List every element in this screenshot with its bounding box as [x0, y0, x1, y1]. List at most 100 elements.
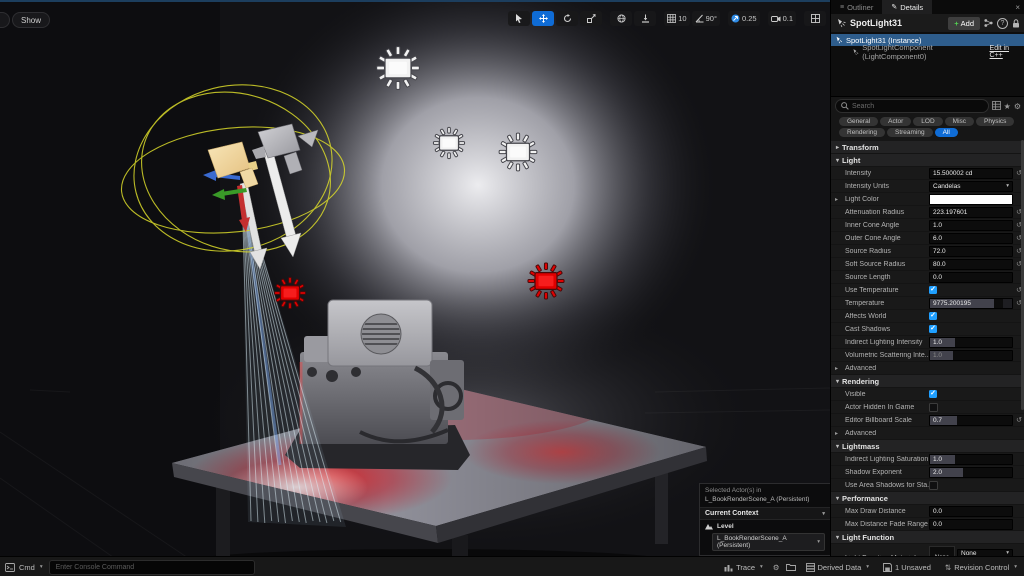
- search-input[interactable]: Search: [835, 99, 989, 113]
- value-field[interactable]: 0.0: [929, 505, 1013, 517]
- revision-icon: ⇅: [944, 562, 952, 572]
- cmd-dropdown[interactable]: Cmd ▾: [15, 557, 47, 576]
- tab-details[interactable]: ✎ Details: [882, 0, 933, 14]
- value-field[interactable]: 80.0: [929, 258, 1013, 270]
- value-field[interactable]: 1.0: [929, 349, 1013, 361]
- section-header-performance[interactable]: ▾ Performance: [831, 492, 1024, 505]
- camera-speed-button[interactable]: 0.1: [767, 11, 796, 26]
- grid-snap-button[interactable]: 10: [664, 11, 690, 26]
- search-row: Search ★ ⚙: [831, 97, 1024, 115]
- reset-to-default-icon[interactable]: ↺: [1013, 416, 1024, 424]
- current-context-header[interactable]: Current Context ▾: [700, 507, 830, 520]
- chevron-down-icon: ▾: [817, 539, 820, 545]
- settings-button[interactable]: ⚙: [770, 563, 783, 572]
- chevron-down-icon: ▾: [866, 564, 870, 570]
- edit-in-cpp-link[interactable]: Edit in C++: [990, 45, 1021, 59]
- content-drawer-button[interactable]: [783, 563, 799, 571]
- filter-chip-misc[interactable]: Misc: [944, 117, 975, 126]
- value-field[interactable]: 0.0: [929, 271, 1013, 283]
- value-field[interactable]: 6.0: [929, 232, 1013, 244]
- camera-icon: [770, 15, 781, 22]
- filter-chip-all[interactable]: All: [934, 128, 958, 137]
- scale-tool-button[interactable]: [580, 11, 603, 26]
- filter-chip-physics[interactable]: Physics: [976, 117, 1015, 126]
- checkbox[interactable]: ✓: [929, 286, 937, 294]
- advanced-label[interactable]: Advanced: [845, 430, 929, 437]
- angle-icon: [695, 14, 704, 23]
- value-field[interactable]: 0.0: [929, 518, 1013, 530]
- property-row: Source Radius 72.0 ↺: [831, 245, 1024, 258]
- checkbox[interactable]: ✓: [929, 325, 937, 333]
- filter-chip-streaming[interactable]: Streaming: [887, 128, 933, 137]
- selected-asset: None: [961, 549, 977, 557]
- filter-chip-rendering[interactable]: Rendering: [839, 128, 885, 137]
- value-field[interactable]: 223.197601: [929, 206, 1013, 218]
- derived-data-dropdown[interactable]: Derived Data ▾: [799, 563, 877, 572]
- output-log-icon[interactable]: [5, 562, 15, 572]
- dropdown-select[interactable]: Candelas ▾: [929, 180, 1013, 192]
- world-local-toggle[interactable]: [610, 11, 633, 26]
- section-header-light-function[interactable]: ▾ Light Function: [831, 531, 1024, 544]
- console-input[interactable]: Enter Console Command: [48, 559, 255, 575]
- value-field[interactable]: 1.0: [929, 219, 1013, 231]
- chevron-down-icon: ▾: [39, 564, 43, 570]
- property-label: Max Draw Distance: [845, 507, 906, 515]
- value-field[interactable]: 72.0: [929, 245, 1013, 257]
- property-value: ✓: [929, 325, 1013, 333]
- favorites-star-icon[interactable]: ★: [1004, 102, 1011, 111]
- viewport-canvas[interactable]: [0, 0, 830, 556]
- filter-chip-general[interactable]: General: [839, 117, 879, 126]
- surface-snap-button[interactable]: [634, 11, 657, 26]
- trace-dropdown[interactable]: Trace ▾: [717, 563, 770, 572]
- value-field[interactable]: 2.0: [929, 466, 1013, 478]
- section-header-light[interactable]: ▾ Light: [831, 154, 1024, 167]
- checkbox[interactable]: ✓: [929, 390, 937, 398]
- value-field[interactable]: 1.0: [929, 336, 1013, 348]
- property-value: 223.197601: [929, 206, 1013, 218]
- scale-snap-button[interactable]: 0.25: [727, 11, 760, 26]
- property-label: Visible: [845, 390, 866, 398]
- checkbox[interactable]: ✓: [929, 312, 937, 320]
- blueprint-node-icon[interactable]: [984, 19, 993, 27]
- property-row: Use Temperature ✓ ↺: [831, 284, 1024, 297]
- filter-chip-actor[interactable]: Actor: [880, 117, 912, 126]
- display-options-icon[interactable]: [991, 100, 1001, 112]
- tab-outliner[interactable]: ≡ Outliner: [831, 0, 882, 14]
- add-button[interactable]: + Add: [948, 16, 980, 30]
- property-label: Inner Cone Angle: [845, 221, 900, 229]
- value-field[interactable]: 0.7: [929, 414, 1013, 426]
- move-tool-button[interactable]: [532, 11, 555, 26]
- filter-chips: General Actor LOD Misc Physics Rendering Strea…: [831, 115, 1024, 141]
- close-icon[interactable]: ×: [1015, 3, 1020, 12]
- value-field[interactable]: 9775.200195: [929, 297, 1013, 309]
- advanced-label[interactable]: Advanced: [845, 365, 929, 372]
- chevron-down-icon: ▾: [836, 378, 840, 385]
- help-icon[interactable]: ?: [997, 17, 1008, 29]
- maximize-viewport-button[interactable]: [804, 11, 826, 26]
- select-tool-button[interactable]: [508, 11, 531, 26]
- unsaved-button[interactable]: 1 Unsaved: [876, 563, 938, 572]
- section-header-lightmass[interactable]: ▾ Lightmass: [831, 440, 1024, 453]
- settings-gear-icon[interactable]: ⚙: [1014, 102, 1021, 111]
- chevron-right-icon[interactable]: ▸: [835, 196, 838, 203]
- spinner[interactable]: [1003, 298, 1012, 308]
- spotlight-icon: [838, 19, 846, 28]
- show-button[interactable]: Show: [12, 12, 51, 28]
- value-field[interactable]: 1.0: [929, 453, 1013, 465]
- value-field[interactable]: 15.500002 cd: [929, 167, 1013, 179]
- lock-icon[interactable]: [1012, 18, 1020, 28]
- checkbox[interactable]: [929, 480, 938, 490]
- rotation-snap-button[interactable]: 90°: [691, 11, 720, 26]
- viewport[interactable]: Show 10 90° 0.25 0.1 Selected Actor(s) i…: [0, 0, 830, 556]
- level-select[interactable]: L_BookRenderScene_A (Persistent) ▾: [712, 533, 825, 551]
- revision-control-dropdown[interactable]: ⇅ Revision Control ▾: [938, 563, 1024, 572]
- checkbox[interactable]: [929, 402, 938, 412]
- color-swatch[interactable]: [929, 193, 1013, 205]
- section-header-transform[interactable]: ▸ Transform: [831, 141, 1024, 154]
- rotate-tool-button[interactable]: [556, 11, 579, 26]
- filter-chip-lod[interactable]: LOD: [913, 117, 943, 126]
- tree-row-component[interactable]: SpotLightComponent (LightComponent0) Edi…: [831, 43, 1024, 61]
- pencil-icon: ✎: [891, 4, 898, 11]
- property-value: ✓: [929, 312, 1013, 320]
- section-header-rendering[interactable]: ▾ Rendering: [831, 375, 1024, 388]
